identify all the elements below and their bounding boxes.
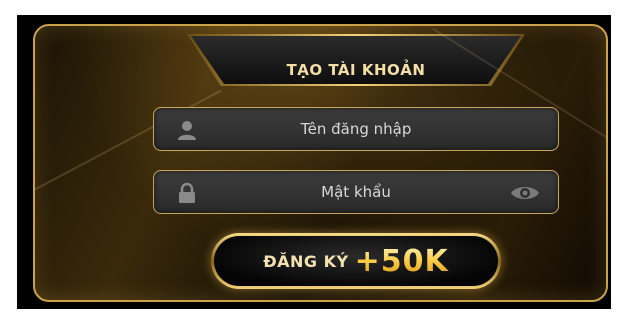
username-placeholder: Tên đăng nhập: [300, 120, 412, 138]
username-field[interactable]: Tên đăng nhập: [153, 107, 559, 151]
register-button-face: ĐĂNG KÝ +50K: [214, 236, 498, 286]
register-button[interactable]: ĐĂNG KÝ +50K: [211, 233, 501, 289]
password-field[interactable]: Mật khẩu: [153, 170, 559, 214]
register-bonus: +50K: [354, 243, 449, 279]
password-placeholder: Mật khẩu: [321, 183, 391, 201]
register-panel: TẠO TÀI KHOẢN Tên đăng nhập Mật khẩu ĐĂN…: [33, 24, 608, 302]
panel-title: TẠO TÀI KHOẢN: [286, 61, 426, 79]
register-label: ĐĂNG KÝ: [263, 251, 349, 271]
eye-icon[interactable]: [510, 184, 540, 202]
